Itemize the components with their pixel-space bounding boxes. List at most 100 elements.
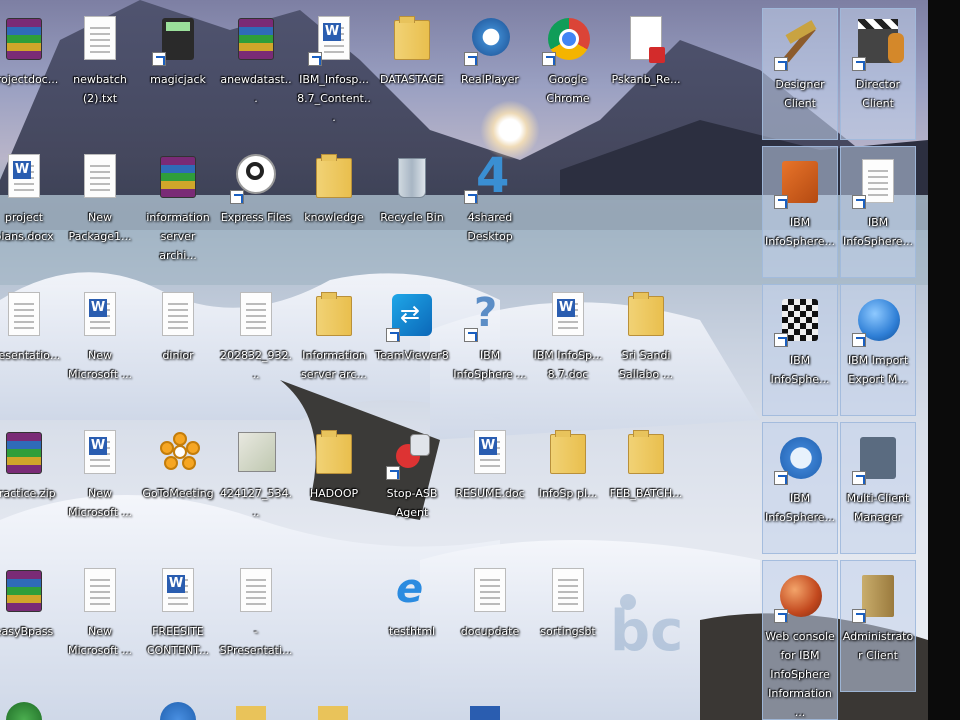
image-file-icon	[238, 432, 276, 472]
icon-label: FEB_BATCH...	[609, 487, 683, 500]
desktop-icon-pskanb[interactable]: Pskanb_Re...	[608, 4, 684, 136]
shortcut-arrow-icon	[852, 471, 866, 485]
desktop-icon-stop-asb-agent[interactable]: Stop-ASB Agent	[374, 418, 450, 550]
desktop-icon-new-package[interactable]: New Package1...	[62, 142, 138, 274]
desktop-icon-realplayer[interactable]: RealPlayer	[452, 4, 528, 136]
desktop-icon-projectdoc[interactable]: projectdoc...	[0, 4, 62, 136]
right-black-bar	[928, 0, 960, 720]
shortcut-arrow-icon	[464, 52, 478, 66]
desktop-icon-ibm-infosphere-2[interactable]: IBM InfoSphere...	[840, 146, 916, 278]
administrator-cabinet-icon	[862, 575, 894, 617]
desktop-icon-infosp-pl[interactable]: InfoSp pl...	[530, 418, 606, 550]
magicjack-icon	[162, 18, 194, 60]
desktop-icon-newbatch[interactable]: newbatch (2).txt	[62, 4, 138, 136]
icon-label: TeamViewer8	[375, 349, 449, 362]
desktop-icon-recycle-bin[interactable]: Recycle Bin	[374, 142, 450, 274]
icon-label: knowledge	[304, 211, 364, 224]
icon-label: Multi-Client Manager	[846, 492, 910, 524]
desktop-icon-teamviewer[interactable]: TeamViewer8	[374, 280, 450, 412]
desktop-icon-hadoop[interactable]: HADOOP	[296, 418, 372, 550]
archive-icon	[160, 156, 196, 198]
folder-icon	[316, 430, 352, 474]
desktop-icon-information-server-archi[interactable]: information server archi...	[140, 142, 216, 274]
desktop-icon-express-files[interactable]: Express Files	[218, 142, 294, 274]
desktop-icon-new-microsoft-2[interactable]: W New Microsoft ...	[62, 418, 138, 550]
desktop-icon-google-chrome[interactable]: Google Chrome	[530, 4, 606, 136]
desktop-icon-424127[interactable]: 424127_534...	[218, 418, 294, 550]
folder-icon	[316, 154, 352, 198]
partial-folder-icon	[318, 706, 348, 720]
icon-label: IBM InfoSphe...	[770, 354, 830, 386]
icon-label: dinior	[162, 349, 194, 362]
desktop-icon-sri-sandi[interactable]: Sri Sandi Sallabo ...	[608, 280, 684, 412]
icon-label: Administrator Client	[842, 630, 914, 662]
presentation-file-icon	[8, 292, 40, 336]
text-file-icon	[552, 568, 584, 612]
archive-icon	[238, 18, 274, 60]
desktop-icon-knowledge[interactable]: knowledge	[296, 142, 372, 274]
desktop-icon-ibm-infosp-doc[interactable]: W IBM InfoSp... 8.7.doc	[530, 280, 606, 412]
desktop-icon-director-client[interactable]: Director Client	[840, 8, 916, 140]
desktop-icon-ibm-infosphere-help[interactable]: ? IBM InfoSphere ...	[452, 280, 528, 412]
icon-label: newbatch (2).txt	[73, 73, 127, 105]
desktop-icon-anewdatast[interactable]: anewdatast...	[218, 4, 294, 136]
desktop-icon-feb-batch[interactable]: FEB_BATCH...	[608, 418, 684, 550]
icon-label: Google Chrome	[546, 73, 590, 105]
icon-label: sortingsbt	[540, 625, 596, 638]
desktop-icon-dinior[interactable]: dinior	[140, 280, 216, 412]
shortcut-arrow-icon	[152, 52, 166, 66]
desktop-icon-datastage[interactable]: DATASTAGE	[374, 4, 450, 136]
icon-label: FREESITE CONTENT...	[146, 625, 210, 657]
desktop-icon-spresentation[interactable]: -SPresentati...	[218, 556, 294, 688]
icon-label: New Microsoft ...	[67, 625, 133, 657]
desktop-icon-magicjack[interactable]: magicjack	[140, 4, 216, 136]
desktop-icon-information-server-arc[interactable]: Information server arc...	[296, 280, 372, 412]
desktop-icon-designer-client[interactable]: Designer Client	[762, 8, 838, 140]
desktop-icon-sortingsbt[interactable]: sortingsbt	[530, 556, 606, 688]
icon-label: IBM InfoSphere...	[764, 216, 836, 248]
folder-icon	[316, 292, 352, 336]
desktop-icon-ibm-infosphere-1[interactable]: IBM InfoSphere...	[762, 146, 838, 278]
icon-label: 4shared Desktop	[467, 211, 513, 243]
desktop-icon-multi-client-manager[interactable]: Multi-Client Manager	[840, 422, 916, 554]
desktop-icon-easybpass[interactable]: easyBpass	[0, 556, 62, 688]
desktop-icon-docupdate[interactable]: docupdate	[452, 556, 528, 688]
icon-label: IBM Import Export M...	[847, 354, 909, 386]
desktop-icon-ibm-infosphere-content[interactable]: W IBM_Infosp... 8.7_Content...	[296, 4, 372, 136]
icon-label: Stop-ASB Agent	[386, 487, 438, 519]
word-document-icon: W	[474, 430, 506, 474]
desktop-icon-freesite-content[interactable]: W FREESITE CONTENT...	[140, 556, 216, 688]
word-document-icon: W	[84, 292, 116, 336]
icon-label: Sri Sandi Sallabo ...	[618, 349, 674, 381]
desktop-icon-new-microsoft-3[interactable]: New Microsoft ...	[62, 556, 138, 688]
desktop-icon-gotomeeting[interactable]: GoToMeeting	[140, 418, 216, 550]
word-document-icon: W	[84, 430, 116, 474]
desktop-icon-4shared-desktop[interactable]: 4 4shared Desktop	[452, 142, 528, 274]
desktop-icon-testhtml[interactable]: e testhtml	[374, 556, 450, 688]
icon-label: New Package1...	[68, 211, 132, 243]
icon-label: easyBpass	[0, 625, 54, 638]
package-file-icon	[84, 154, 116, 198]
shortcut-arrow-icon	[386, 466, 400, 480]
shortcut-arrow-icon	[464, 328, 478, 342]
shortcut-arrow-icon	[386, 328, 400, 342]
desktop-icon-ibm-infosphere-4[interactable]: IBM InfoSphere...	[762, 422, 838, 554]
desktop-icon-administrator-client[interactable]: Administrator Client	[840, 560, 916, 692]
icon-label: 424127_534...	[220, 487, 292, 519]
word-document-icon: W	[162, 568, 194, 612]
desktop-icon-project-plans[interactable]: W project plans.docx	[0, 142, 62, 274]
desktop-icon-ibm-import-export[interactable]: IBM Import Export M...	[840, 284, 916, 416]
icon-label: 202832_932...	[220, 349, 292, 381]
desktop-icon-practice-zip[interactable]: Practice.zip	[0, 418, 62, 550]
desktop-icon-202832[interactable]: 202832_932...	[218, 280, 294, 412]
icon-label: -SPresentati...	[219, 625, 293, 657]
archive-icon	[6, 432, 42, 474]
icon-label: InfoSp pl...	[538, 487, 598, 500]
desktop-icon-resume-doc[interactable]: W RESUME.doc	[452, 418, 528, 550]
desktop-icon-presentation[interactable]: Presentatio...	[0, 280, 62, 412]
desktop-icon-new-microsoft-1[interactable]: W New Microsoft ...	[62, 280, 138, 412]
desktop-icon-ibm-infosphe-3[interactable]: IBM InfoSphe...	[762, 284, 838, 416]
shortcut-arrow-icon	[852, 609, 866, 623]
shortcut-arrow-icon	[774, 333, 788, 347]
icon-label: RESUME.doc	[455, 487, 525, 500]
